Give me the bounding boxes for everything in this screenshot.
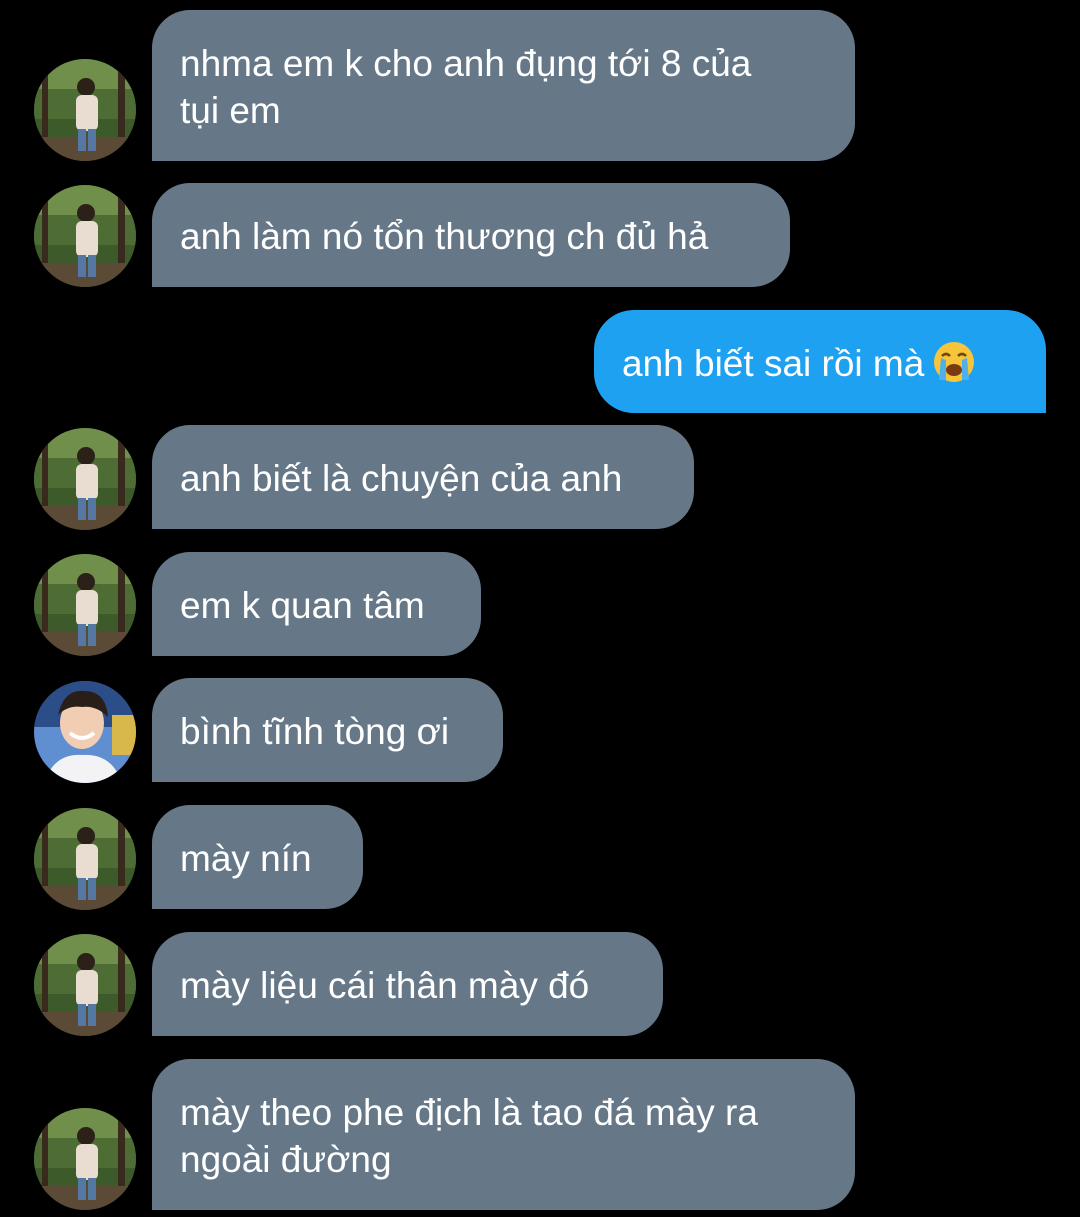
message-text-line: ngoài đường: [180, 1139, 392, 1180]
message-text-line: em k quan tâm: [180, 585, 425, 626]
message-bubble-incoming[interactable]: mày theo phe địch là tao đá mày ra ngoài…: [152, 1059, 855, 1210]
avatar[interactable]: [34, 1108, 136, 1210]
avatar[interactable]: [34, 185, 136, 287]
message-text-line: mày liệu cái thân mày đó: [180, 965, 590, 1006]
avatar[interactable]: [34, 934, 136, 1036]
message-text-line: mày nín: [180, 838, 312, 879]
message-bubble-incoming[interactable]: bình tĩnh tòng ơi: [152, 678, 503, 782]
avatar[interactable]: [34, 554, 136, 656]
message-bubble-outgoing[interactable]: anh biết sai rồi mà: [594, 310, 1046, 413]
message-text-line: mày theo phe địch là tao đá mày ra: [180, 1092, 758, 1133]
message-text-line: tụi em: [180, 90, 281, 131]
message-text-line: nhma em k cho anh đụng tới 8 của: [180, 43, 752, 84]
chat-thread: nhma em k cho anh đụng tới 8 của tụi em …: [0, 0, 1080, 1217]
message-bubble-incoming[interactable]: em k quan tâm: [152, 552, 481, 656]
message-bubble-incoming[interactable]: anh biết là chuyện của anh: [152, 425, 694, 529]
message-bubble-incoming[interactable]: anh làm nó tổn thương ch đủ hả: [152, 183, 790, 287]
loudly-crying-face-icon: [934, 342, 975, 382]
message-bubble-incoming[interactable]: mày nín: [152, 805, 363, 909]
message-text-line: anh biết sai rồi mà: [622, 343, 925, 384]
message-bubble-incoming[interactable]: mày liệu cái thân mày đó: [152, 932, 663, 1036]
message-text-line: anh làm nó tổn thương ch đủ hả: [180, 216, 709, 257]
message-text-line: bình tĩnh tòng ơi: [180, 711, 450, 752]
avatar[interactable]: [34, 681, 136, 783]
avatar[interactable]: [34, 428, 136, 530]
message-bubble-incoming[interactable]: nhma em k cho anh đụng tới 8 của tụi em: [152, 10, 855, 161]
avatar[interactable]: [34, 808, 136, 910]
message-text-line: anh biết là chuyện của anh: [180, 458, 623, 499]
avatar[interactable]: [34, 59, 136, 161]
